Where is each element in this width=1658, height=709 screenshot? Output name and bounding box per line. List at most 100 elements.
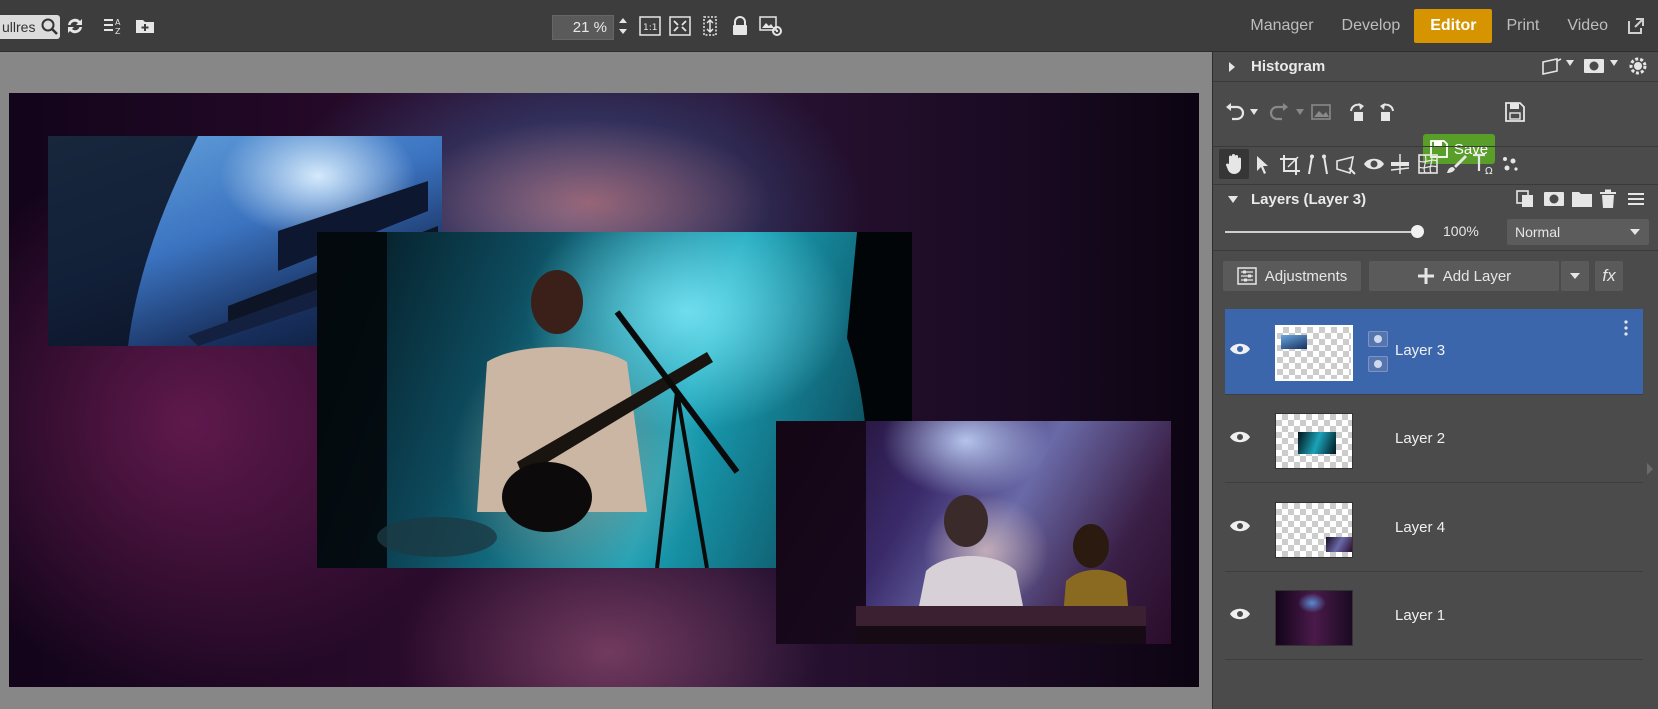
grid-warp-tool-icon[interactable]: [1417, 153, 1439, 175]
layers-header[interactable]: Layers (Layer 3): [1213, 184, 1658, 214]
eye-icon[interactable]: [1229, 518, 1251, 539]
eye-icon[interactable]: [1229, 341, 1251, 362]
layer-mask-indicators: [1368, 331, 1388, 372]
canvas-area[interactable]: [0, 52, 1212, 709]
search-field[interactable]: ullres: [0, 15, 60, 39]
module-tabs: Manager Develop Editor Print Video: [1236, 0, 1658, 52]
top-toolbar: ullres AZ 21 % 1:1 Manager Develop Edito…: [0, 0, 1658, 52]
chevron-down-icon: [1630, 229, 1640, 235]
chevron-down-icon[interactable]: [1249, 108, 1259, 116]
search-input-value: ullres: [2, 19, 36, 35]
layer-thumbnail: [1275, 590, 1353, 646]
add-layer-dropdown[interactable]: [1561, 261, 1589, 291]
fx-button[interactable]: fx: [1595, 261, 1623, 291]
rotate-left-icon[interactable]: [1347, 101, 1369, 123]
layer-mask-icon[interactable]: [1543, 189, 1565, 209]
blend-mode-select[interactable]: Normal: [1507, 219, 1649, 245]
histogram-header[interactable]: Histogram: [1213, 52, 1658, 82]
svg-text:1:1: 1:1: [643, 23, 657, 33]
layer-thumbnail: [1275, 325, 1353, 381]
layer-thumbnail: [1275, 413, 1353, 469]
fit-to-screen-icon[interactable]: [668, 14, 692, 38]
menu-icon[interactable]: [1627, 190, 1645, 208]
opacity-slider-handle[interactable]: [1411, 225, 1424, 238]
tab-editor[interactable]: Editor: [1414, 9, 1493, 43]
blend-mode-value: Normal: [1515, 224, 1561, 240]
add-layer-button[interactable]: Add Layer: [1369, 261, 1559, 291]
lock-icon[interactable]: [728, 14, 752, 38]
image-settings-icon[interactable]: [758, 14, 784, 38]
panel-expand-arrow-icon[interactable]: [1645, 462, 1655, 481]
external-window-icon[interactable]: [1622, 9, 1658, 43]
layer-item-layer-4[interactable]: Layer 4: [1225, 486, 1643, 572]
image-canvas[interactable]: [9, 93, 1199, 687]
add-layer-label: Add Layer: [1442, 267, 1512, 285]
redo-icon[interactable]: [1269, 102, 1291, 122]
photo-band-keyboard[interactable]: [776, 421, 1171, 644]
adjustments-button[interactable]: Adjustments: [1223, 261, 1361, 291]
perspective-tool-icon[interactable]: [1307, 154, 1329, 176]
brush-tool-icon[interactable]: [1445, 153, 1467, 175]
layer-name: Layer 1: [1395, 607, 1446, 624]
tools-row: Ω: [1213, 146, 1658, 180]
red-eye-tool-icon[interactable]: [1363, 155, 1385, 173]
trash-icon[interactable]: [1599, 189, 1617, 209]
layer-mask-icon[interactable]: [1368, 331, 1388, 347]
sort-az-icon[interactable]: AZ: [100, 14, 126, 38]
folder-icon[interactable]: [1571, 189, 1593, 209]
tab-develop[interactable]: Develop: [1328, 9, 1415, 43]
text-tool-icon[interactable]: Ω: [1471, 152, 1495, 176]
layer-name: Layer 3: [1395, 342, 1446, 359]
save-as-icon[interactable]: [1505, 102, 1525, 122]
fit-height-icon[interactable]: [698, 14, 722, 38]
mask-view-icon[interactable]: [1583, 56, 1605, 76]
chevron-down-icon[interactable]: [1609, 59, 1619, 67]
layer-actions-row: Adjustments Add Layer fx: [1213, 250, 1658, 296]
zoom-1to1-button[interactable]: 1:1: [638, 14, 662, 38]
eye-icon[interactable]: [1229, 429, 1251, 450]
zoom-input[interactable]: 21 %: [552, 15, 614, 40]
tab-manager[interactable]: Manager: [1236, 9, 1327, 43]
chevron-down-icon[interactable]: [1565, 59, 1575, 67]
chevron-down-icon[interactable]: [1295, 108, 1305, 116]
hand-tool-icon[interactable]: [1219, 149, 1249, 179]
rotate-right-icon[interactable]: [1375, 101, 1397, 123]
refresh-icon[interactable]: [62, 14, 88, 38]
eye-icon[interactable]: [1229, 606, 1251, 627]
effects-tool-icon[interactable]: [1499, 153, 1521, 175]
more-vertical-icon[interactable]: [1623, 319, 1629, 342]
layers-title: Layers (Layer 3): [1251, 191, 1367, 208]
select-tool-icon[interactable]: [1255, 155, 1271, 175]
svg-text:Ω: Ω: [1485, 166, 1493, 176]
tab-video[interactable]: Video: [1553, 9, 1622, 43]
search-icon[interactable]: [40, 17, 60, 37]
new-folder-icon[interactable]: [132, 14, 158, 38]
layer-mask-icon[interactable]: [1368, 356, 1388, 372]
opacity-slider[interactable]: [1225, 231, 1417, 233]
opacity-value: 100%: [1443, 223, 1479, 239]
chevron-down-icon: [1570, 273, 1580, 279]
compare-icon[interactable]: [1541, 56, 1563, 76]
layer-item-layer-2[interactable]: Layer 2: [1225, 397, 1643, 483]
original-image-icon[interactable]: [1311, 102, 1331, 122]
tab-print[interactable]: Print: [1492, 9, 1553, 43]
straighten-tool-icon[interactable]: [1389, 153, 1411, 175]
zoom-stepper[interactable]: [616, 14, 630, 38]
fx-label: fx: [1602, 266, 1616, 285]
shape-tool-icon[interactable]: [1335, 154, 1357, 176]
histogram-title: Histogram: [1251, 58, 1326, 75]
undo-icon[interactable]: [1223, 102, 1245, 122]
plus-icon: [1417, 268, 1434, 284]
right-panel: Histogram Save Ω Layers (Layer 3) 100% N…: [1212, 52, 1658, 709]
history-save-row: Save: [1213, 88, 1658, 164]
zoner-editor-window: ullres AZ 21 % 1:1 Manager Develop Edito…: [0, 0, 1658, 709]
duplicate-layer-icon[interactable]: [1515, 189, 1535, 209]
layer-item-layer-3[interactable]: Layer 3: [1225, 309, 1643, 395]
settings-gear-icon[interactable]: [1627, 55, 1649, 77]
crop-tool-icon[interactable]: [1279, 154, 1301, 176]
layer-item-layer-1[interactable]: Layer 1: [1225, 574, 1643, 660]
chevron-down-icon[interactable]: [1227, 195, 1239, 205]
svg-text:Z: Z: [115, 27, 121, 36]
sliders-icon: [1236, 267, 1257, 285]
chevron-right-icon[interactable]: [1227, 61, 1237, 73]
